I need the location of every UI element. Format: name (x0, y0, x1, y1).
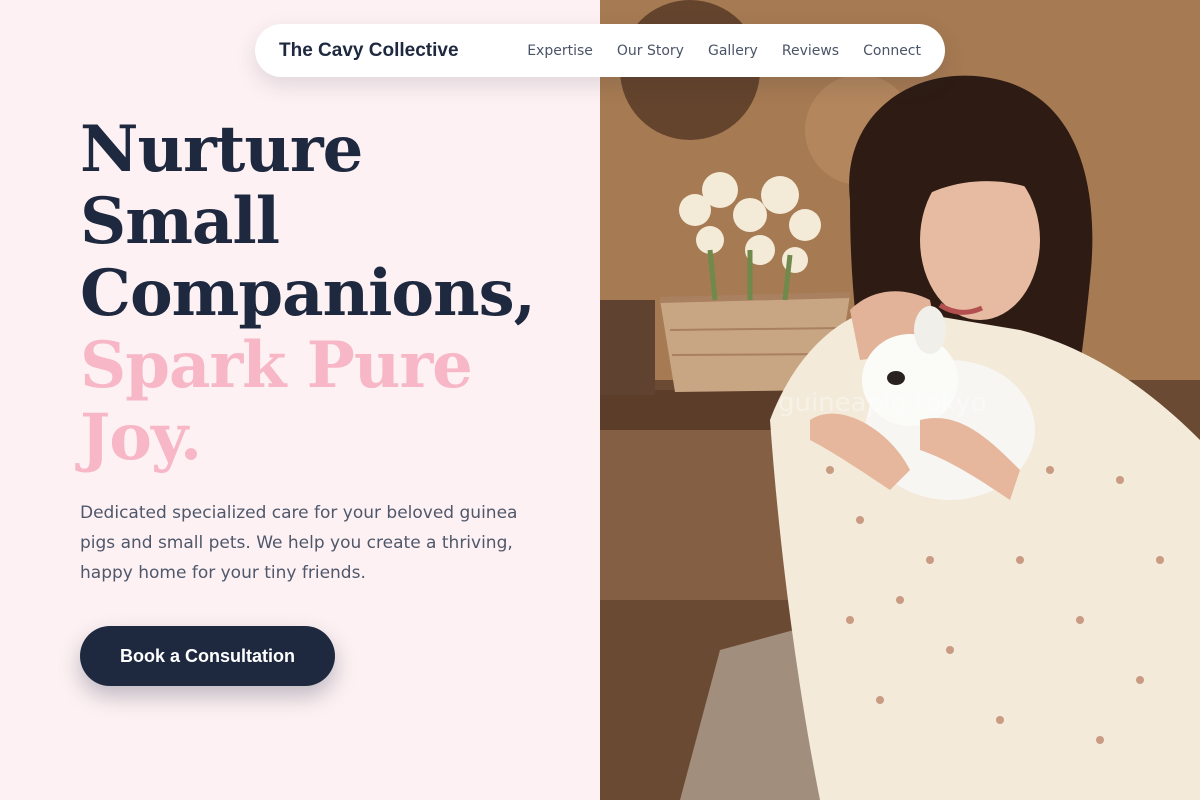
headline-highlight-line-1: Spark Pure (80, 328, 473, 403)
hero-photo: guineapig tokyo (600, 0, 1200, 800)
nav-links: Expertise Our Story Gallery Reviews Conn… (527, 43, 921, 59)
headline-line-1: Nurture (80, 112, 363, 187)
headline-highlight-line-2: Joy. (80, 400, 202, 475)
headline-line-2: Small (80, 184, 280, 259)
book-consultation-button[interactable]: Book a Consultation (80, 626, 335, 686)
nav-link-reviews[interactable]: Reviews (782, 43, 839, 59)
hero-headline: Nurture Small Companions, Spark Pure Joy… (80, 114, 580, 474)
hero-subtitle: Dedicated specialized care for your belo… (80, 503, 518, 583)
nav-link-connect[interactable]: Connect (863, 43, 921, 59)
brand-logo-text[interactable]: The Cavy Collective (279, 40, 459, 62)
nav-link-expertise[interactable]: Expertise (527, 43, 593, 59)
headline-line-3: Companions, (80, 256, 536, 331)
nav-link-gallery[interactable]: Gallery (708, 43, 758, 59)
nav-link-our-story[interactable]: Our Story (617, 43, 684, 59)
top-navbar: The Cavy Collective Expertise Our Story … (255, 24, 945, 77)
photo-watermark: guineapig tokyo (778, 388, 987, 418)
